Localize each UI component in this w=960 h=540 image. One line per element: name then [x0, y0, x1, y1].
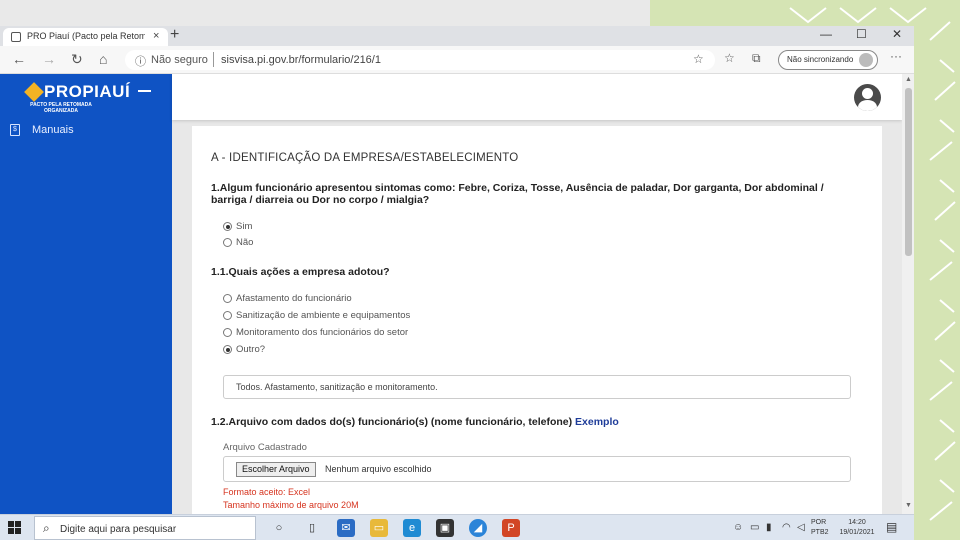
- file-explorer-icon[interactable]: ▭: [370, 519, 388, 537]
- mail-icon[interactable]: ✉: [337, 519, 355, 537]
- radio-label: Monitoramento dos funcionários do setor: [236, 327, 409, 338]
- page-favicon-icon: [11, 32, 21, 42]
- scroll-thumb[interactable]: [905, 88, 912, 256]
- address-separator: [213, 52, 214, 67]
- collections-icon[interactable]: ⧉: [752, 51, 761, 66]
- store-icon[interactable]: ▣: [436, 519, 454, 537]
- sidebar-item-manuais[interactable]: $ Manuais: [8, 123, 158, 139]
- file-upload-field: Escolher Arquivo Nenhum arquivo escolhid…: [223, 456, 851, 482]
- hint-size: Tamanho máximo de arquivo 20M: [223, 500, 359, 510]
- sidebar-item-label: Manuais: [32, 124, 74, 136]
- other-action-value: Todos. Afastamento, sanitização e monito…: [236, 382, 438, 392]
- page-viewport: PROPIAUÍ PACTO PELA RETOMADA ORGANIZADA …: [0, 74, 914, 514]
- radio-button[interactable]: [223, 328, 232, 337]
- radio-label: Afastamento do funcionário: [236, 293, 352, 304]
- search-placeholder: Digite aqui para pesquisar: [60, 524, 177, 535]
- wifi-icon[interactable]: ◠: [782, 522, 791, 533]
- maximize-button[interactable]: ☐: [856, 27, 867, 41]
- question-1-2: 1.2.Arquivo com dados do(s) funcionário(…: [211, 416, 619, 428]
- search-icon: ⌕: [43, 521, 50, 535]
- app-icon[interactable]: ◢: [469, 519, 487, 537]
- other-action-input[interactable]: Todos. Afastamento, sanitização e monito…: [223, 375, 851, 399]
- radio-button[interactable]: [223, 238, 232, 247]
- browser-toolbar: ← → ↻ ⌂ ⓘ Não seguro sisvisa.pi.gov.br/f…: [0, 46, 914, 74]
- file-label: Arquivo Cadastrado: [223, 442, 307, 453]
- sync-label: Não sincronizando: [787, 55, 854, 64]
- browser-tab[interactable]: PRO Piauí (Pacto pela Retomada ×: [3, 28, 168, 46]
- info-icon[interactable]: ⓘ: [135, 53, 146, 69]
- powerpoint-icon[interactable]: P: [502, 519, 520, 537]
- choose-file-button[interactable]: Escolher Arquivo: [236, 462, 316, 477]
- radio-button[interactable]: [223, 345, 232, 354]
- windows-taskbar: ⌕ Digite aqui para pesquisar ○ ▯ ✉ ▭ e ▣…: [0, 514, 914, 540]
- tab-close-icon[interactable]: ×: [153, 30, 159, 42]
- question-1: 1.Algum funcionário apresentou sintomas …: [211, 182, 824, 206]
- cortana-icon[interactable]: ○: [270, 519, 288, 537]
- clock-date: 19/01/2021: [839, 529, 875, 536]
- edge-icon[interactable]: e: [403, 519, 421, 537]
- url-text[interactable]: sisvisa.pi.gov.br/formulario/216/1: [221, 54, 381, 66]
- refresh-icon[interactable]: ↻: [71, 51, 83, 67]
- avatar-head: [862, 88, 873, 99]
- form-card: A - IDENTIFICAÇÃO DA EMPRESA/ESTABELECIM…: [192, 126, 882, 514]
- windows-start-icon[interactable]: [8, 521, 22, 535]
- back-arrow-icon[interactable]: ←: [12, 51, 26, 67]
- example-link[interactable]: Exemplo: [575, 416, 619, 428]
- profile-sync-button[interactable]: Não sincronizando: [778, 50, 878, 70]
- app-logo: PROPIAUÍ PACTO PELA RETOMADA ORGANIZADA: [0, 74, 172, 120]
- forward-arrow-icon[interactable]: →: [42, 51, 56, 67]
- slide-top-band: [0, 0, 650, 26]
- favorites-icon[interactable]: ☆: [724, 51, 735, 65]
- logo-text: PROPIAUÍ: [44, 82, 131, 101]
- home-icon[interactable]: ⌂: [99, 51, 107, 67]
- tab-bar: PRO Piauí (Pacto pela Retomada × + — ☐ ✕: [0, 26, 914, 46]
- network-icon[interactable]: ▭: [750, 522, 759, 533]
- close-window-button[interactable]: ✕: [892, 27, 902, 41]
- question-1-2-text: 1.2.Arquivo com dados do(s) funcionário(…: [211, 416, 573, 428]
- menu-toggle-icon[interactable]: [138, 90, 151, 92]
- tab-title: PRO Piauí (Pacto pela Retomada: [27, 31, 145, 41]
- radio-button[interactable]: [223, 294, 232, 303]
- avatar-shoulders: [858, 100, 877, 111]
- star-icon[interactable]: ☆: [693, 52, 704, 66]
- task-view-icon[interactable]: ▯: [303, 519, 321, 537]
- radio-label: Sanitização de ambiente e equipamentos: [236, 310, 411, 321]
- logo-mark: [24, 82, 44, 102]
- security-label: Não seguro: [151, 54, 208, 66]
- radio-label: Sim: [236, 221, 253, 232]
- document-icon: $: [10, 124, 20, 136]
- language-indicator[interactable]: POR PTB2: [811, 518, 829, 538]
- browser-window: PRO Piauí (Pacto pela Retomada × + — ☐ ✕…: [0, 26, 914, 514]
- person-icon[interactable]: ☺: [733, 522, 743, 533]
- scroll-down-icon[interactable]: ▼: [905, 502, 912, 509]
- radio-label: Outro?: [236, 344, 266, 355]
- radio-button[interactable]: [223, 311, 232, 320]
- page-header: [172, 74, 902, 120]
- sidebar: PROPIAUÍ PACTO PELA RETOMADA ORGANIZADA …: [0, 74, 172, 514]
- section-title: A - IDENTIFICAÇÃO DA EMPRESA/ESTABELECIM…: [211, 152, 519, 164]
- minimize-button[interactable]: —: [820, 27, 832, 41]
- radio-label: Não: [236, 237, 254, 248]
- profile-avatar-icon: [859, 53, 873, 67]
- user-avatar[interactable]: [854, 84, 881, 111]
- battery-icon[interactable]: ▮: [766, 522, 772, 533]
- language-line-1: POR: [811, 519, 827, 526]
- vertical-scrollbar[interactable]: ▲ ▼: [902, 74, 914, 514]
- file-status: Nenhum arquivo escolhido: [325, 464, 432, 474]
- new-tab-button[interactable]: +: [170, 26, 179, 44]
- clock-time: 14:20: [848, 519, 866, 526]
- scroll-up-icon[interactable]: ▲: [905, 76, 912, 83]
- clock[interactable]: 14:20 19/01/2021: [836, 518, 878, 538]
- language-line-2: PTB2: [811, 529, 829, 536]
- logo-subtitle: PACTO PELA RETOMADA ORGANIZADA: [30, 102, 92, 114]
- question-1-1: 1.1.Quais ações a empresa adotou?: [211, 266, 390, 278]
- more-icon[interactable]: ···: [890, 49, 902, 63]
- radio-button[interactable]: [223, 222, 232, 231]
- address-bar[interactable]: ⓘ Não seguro sisvisa.pi.gov.br/formulari…: [125, 50, 715, 70]
- taskbar-search[interactable]: ⌕ Digite aqui para pesquisar: [34, 516, 256, 540]
- volume-icon[interactable]: ◁: [797, 522, 805, 533]
- hint-format: Formato aceito: Excel: [223, 487, 311, 497]
- notifications-icon[interactable]: ▤: [886, 520, 897, 534]
